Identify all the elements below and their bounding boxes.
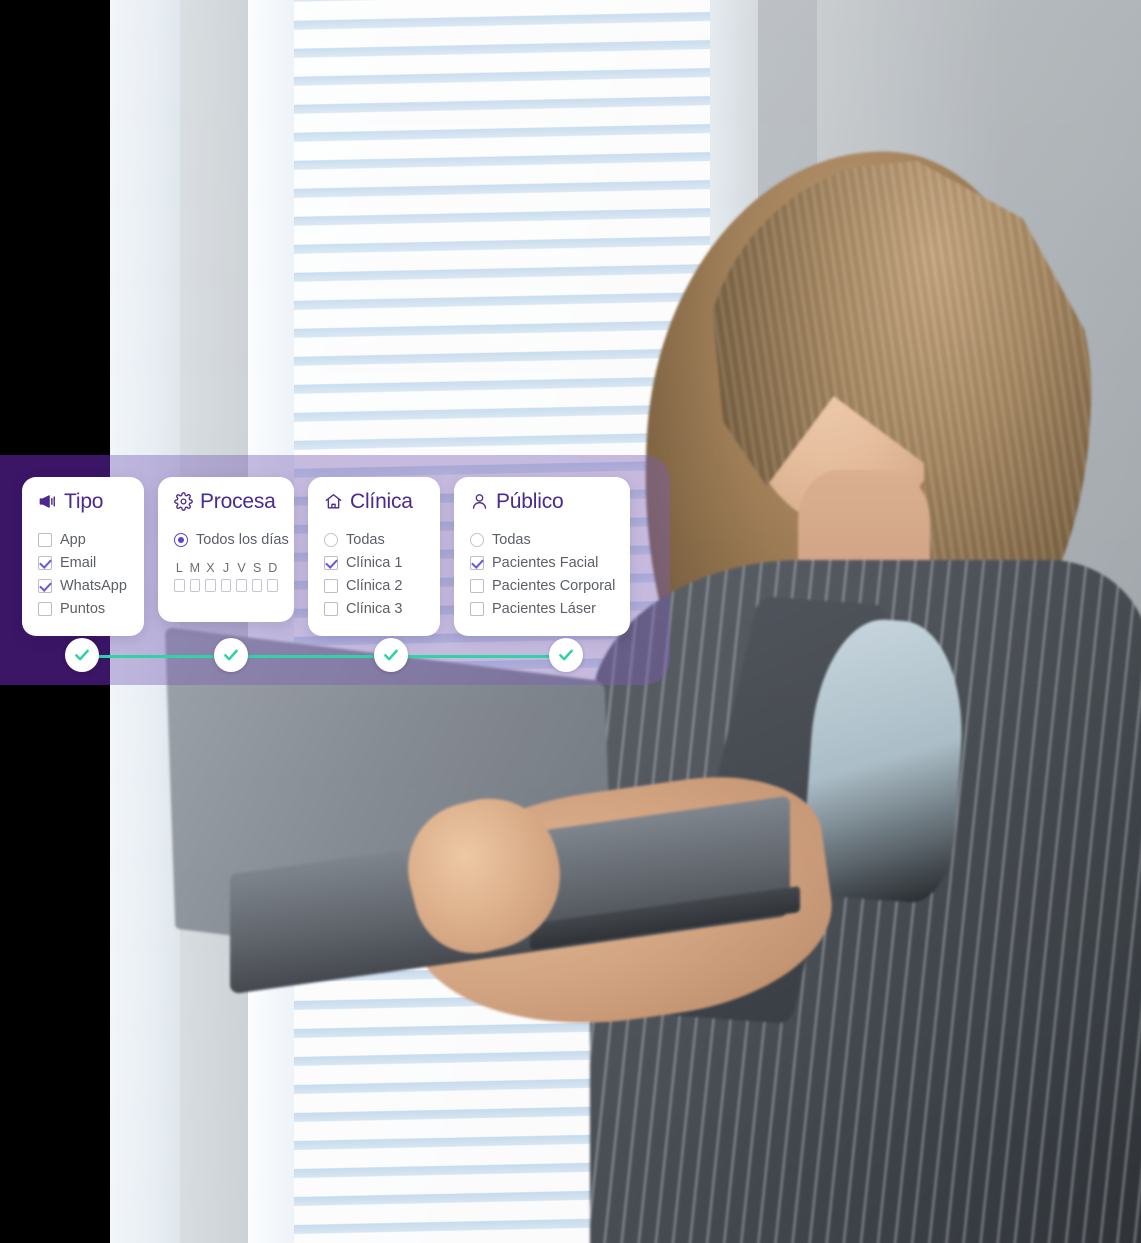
weekday-checkbox-d[interactable] (267, 579, 279, 592)
option-tipo-app[interactable]: App (38, 528, 128, 551)
home-icon (324, 492, 343, 511)
checkbox-pacientes-laser[interactable] (470, 601, 484, 616)
card-title-publico: Público (496, 490, 564, 513)
label-pacientes-facial: Pacientes Facial (492, 554, 599, 571)
radio-clinica-todas[interactable] (324, 532, 338, 547)
checkbox-whatsapp[interactable] (38, 578, 52, 593)
label-pacientes-laser: Pacientes Láser (492, 600, 596, 617)
weekday-checkbox-v[interactable] (236, 579, 247, 592)
option-clinica-3[interactable]: Clínica 3 (324, 597, 424, 620)
card-header-publico: Público (470, 491, 614, 512)
person-icon (470, 492, 489, 511)
label-todos-los-dias: Todos los días (196, 531, 289, 548)
label-clinica-3: Clínica 3 (346, 600, 403, 617)
label-whatsapp: WhatsApp (60, 577, 127, 594)
checkbox-puntos[interactable] (38, 601, 52, 616)
check-icon (382, 646, 400, 664)
label-pacientes-corporal: Pacientes Corporal (492, 577, 616, 594)
filter-card-tipo[interactable]: Tipo App Email WhatsApp Puntos (22, 477, 144, 636)
weekday-label-d: D (268, 561, 278, 575)
option-procesa-todos-los-dias[interactable]: Todos los días (174, 528, 289, 551)
card-title-clinica: Clínica (350, 490, 413, 513)
check-icon (222, 646, 240, 664)
card-header-tipo: Tipo (38, 491, 128, 512)
stepper-step-publico[interactable] (549, 638, 583, 672)
weekday-checkbox-m[interactable] (189, 579, 201, 592)
radio-publico-todas[interactable] (470, 532, 484, 547)
weekday-selector[interactable]: L M X J V S D (174, 561, 279, 592)
filter-card-clinica[interactable]: Clínica Todas Clínica 1 Clínica 2 Clínic… (308, 477, 440, 636)
stepper-step-procesa[interactable] (214, 638, 248, 672)
checkbox-clinica-3[interactable] (324, 601, 338, 616)
filter-card-list: Tipo App Email WhatsApp Puntos Procesa T… (22, 477, 630, 636)
filter-card-procesa[interactable]: Procesa Todos los días L M X J V S D (158, 477, 294, 622)
option-clinica-1[interactable]: Clínica 1 (324, 551, 424, 574)
stepper-step-tipo[interactable] (65, 638, 99, 672)
filter-card-publico[interactable]: Público Todas Pacientes Facial Pacientes… (454, 477, 630, 636)
weekday-label-j: J (222, 561, 230, 575)
option-tipo-puntos[interactable]: Puntos (38, 597, 128, 620)
card-header-procesa: Procesa (174, 491, 278, 512)
weekday-checkbox-x[interactable] (205, 579, 216, 592)
label-clinica-2: Clínica 2 (346, 577, 403, 594)
checkbox-app[interactable] (38, 532, 52, 547)
weekday-label-m: M (189, 561, 201, 575)
card-title-procesa: Procesa (200, 490, 276, 513)
label-puntos: Puntos (60, 600, 106, 617)
weekday-checkbox-j[interactable] (220, 579, 232, 592)
weekday-checkboxes (174, 579, 279, 592)
filter-panel: Tipo App Email WhatsApp Puntos Procesa T… (0, 455, 670, 685)
gear-icon (174, 492, 193, 511)
weekday-label-l: L (175, 561, 183, 575)
checkbox-clinica-1[interactable] (324, 555, 338, 570)
option-tipo-email[interactable]: Email (38, 551, 128, 574)
screenshot-root: Tipo App Email WhatsApp Puntos Procesa T… (0, 0, 1141, 1243)
check-icon (73, 646, 91, 664)
option-pacientes-facial[interactable]: Pacientes Facial (470, 551, 614, 574)
checkbox-pacientes-facial[interactable] (470, 555, 484, 570)
option-clinica-todas[interactable]: Todas (324, 528, 424, 551)
option-tipo-whatsapp[interactable]: WhatsApp (38, 574, 128, 597)
label-app: App (60, 531, 86, 548)
label-publico-todas: Todas (492, 531, 531, 548)
weekday-labels: L M X J V S D (174, 561, 278, 575)
label-email: Email (60, 554, 97, 571)
label-clinica-1: Clínica 1 (346, 554, 403, 571)
card-title-tipo: Tipo (64, 490, 104, 513)
checkbox-pacientes-corporal[interactable] (470, 578, 484, 593)
option-clinica-2[interactable]: Clínica 2 (324, 574, 424, 597)
megaphone-icon (38, 492, 57, 511)
option-publico-todas[interactable]: Todas (470, 528, 614, 551)
weekday-label-x: X (206, 561, 215, 575)
weekday-checkbox-l[interactable] (174, 579, 185, 592)
stepper-step-clinica[interactable] (374, 638, 408, 672)
option-pacientes-corporal[interactable]: Pacientes Corporal (470, 574, 616, 597)
option-pacientes-laser[interactable]: Pacientes Láser (470, 597, 614, 620)
weekday-checkbox-s[interactable] (251, 579, 263, 592)
card-header-clinica: Clínica (324, 491, 424, 512)
weekday-label-v: V (237, 561, 246, 575)
check-icon (557, 646, 575, 664)
checkbox-clinica-2[interactable] (324, 578, 338, 593)
label-clinica-todas: Todas (346, 531, 385, 548)
checkbox-email[interactable] (38, 555, 52, 570)
weekday-label-s: S (253, 561, 262, 575)
radio-todos-los-dias[interactable] (174, 532, 188, 547)
